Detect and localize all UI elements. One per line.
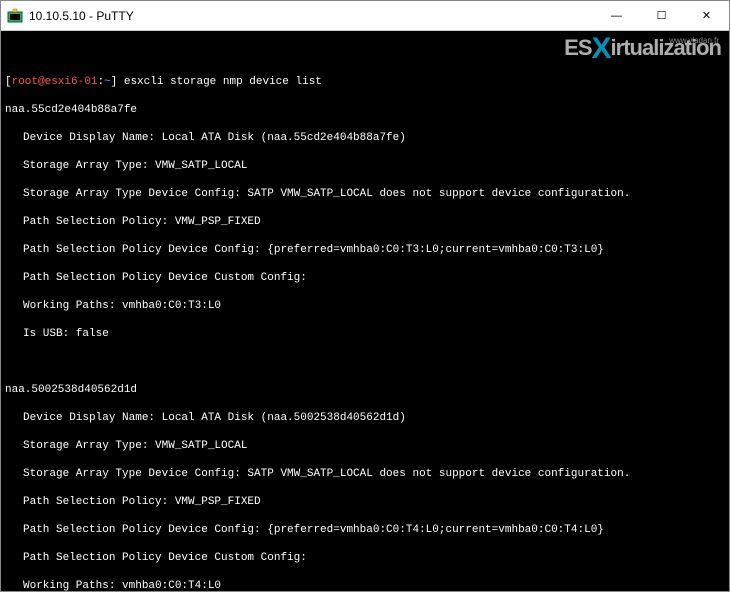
- terminal-output[interactable]: www.vladan.fr ESXirtualization [root@esx…: [1, 31, 729, 591]
- prompt-user: root: [12, 76, 38, 88]
- prompt-line: [root@esxi6-01:~] esxcli storage nmp dev…: [5, 75, 725, 89]
- dev1-pspcustom: Path Selection Policy Device Custom Conf…: [5, 551, 725, 565]
- dev0-usb: Is USB: false: [5, 327, 725, 341]
- dev0-id: naa.55cd2e404b88a7fe: [5, 103, 725, 117]
- command-text: esxcli storage nmp device list: [124, 76, 322, 88]
- dev1-pspcfg: Path Selection Policy Device Config: {pr…: [5, 523, 725, 537]
- dev0-pspcustom: Path Selection Policy Device Custom Conf…: [5, 271, 725, 285]
- prompt-host: esxi6-01: [45, 76, 98, 88]
- dev0-display: Device Display Name: Local ATA Disk (naa…: [5, 131, 725, 145]
- dev1-display: Device Display Name: Local ATA Disk (naa…: [5, 411, 725, 425]
- prompt-path: ~: [104, 76, 111, 88]
- window-title: 10.10.5.10 - PuTTY: [29, 9, 594, 23]
- watermark-es: ES: [564, 35, 591, 60]
- close-button[interactable]: ✕: [684, 1, 729, 30]
- dev0-paths: Working Paths: vmhba0:C0:T3:L0: [5, 299, 725, 313]
- watermark-logo: ESXirtualization: [564, 39, 721, 55]
- titlebar: 10.10.5.10 - PuTTY — ☐ ✕: [1, 1, 729, 31]
- dev1-psp: Path Selection Policy: VMW_PSP_FIXED: [5, 495, 725, 509]
- blank0: [5, 355, 725, 369]
- dev1-satcfg: Storage Array Type Device Config: SATP V…: [5, 467, 725, 481]
- dev0-sat: Storage Array Type: VMW_SATP_LOCAL: [5, 159, 725, 173]
- dev0-satcfg: Storage Array Type Device Config: SATP V…: [5, 187, 725, 201]
- watermark-url: www.vladan.fr: [669, 34, 719, 48]
- dev1-sat: Storage Array Type: VMW_SATP_LOCAL: [5, 439, 725, 453]
- dev0-psp: Path Selection Policy: VMW_PSP_FIXED: [5, 215, 725, 229]
- watermark-x: X: [592, 32, 611, 65]
- watermark-rest: irtualization: [611, 35, 721, 60]
- maximize-button[interactable]: ☐: [639, 1, 684, 30]
- minimize-button[interactable]: —: [594, 1, 639, 30]
- dev1-paths: Working Paths: vmhba0:C0:T4:L0: [5, 579, 725, 591]
- putty-icon: [7, 8, 23, 24]
- dev1-id: naa.5002538d40562d1d: [5, 383, 725, 397]
- dev0-pspcfg: Path Selection Policy Device Config: {pr…: [5, 243, 725, 257]
- window-controls: — ☐ ✕: [594, 1, 729, 30]
